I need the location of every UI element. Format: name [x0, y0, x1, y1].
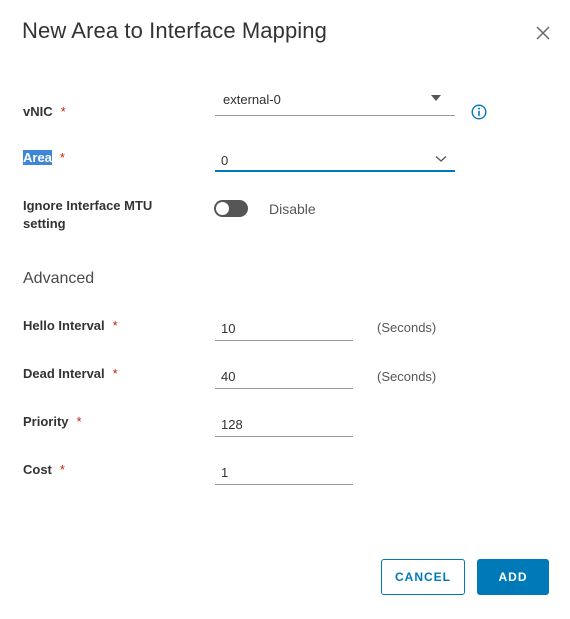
hello-interval-input[interactable]: 10	[215, 316, 353, 341]
close-icon[interactable]	[534, 24, 552, 42]
priority-input[interactable]: 128	[215, 412, 353, 437]
priority-label: Priority *	[23, 414, 82, 429]
dialog-title: New Area to Interface Mapping	[22, 18, 327, 43]
dead-interval-input[interactable]: 40	[215, 364, 353, 389]
cost-label: Cost *	[23, 462, 65, 477]
add-button[interactable]: ADD	[477, 559, 549, 595]
vnic-value: external-0	[223, 92, 281, 107]
dead-interval-label: Dead Interval *	[23, 366, 118, 381]
chevron-down-icon	[435, 156, 447, 162]
ignore-mtu-toggle[interactable]	[214, 200, 248, 217]
advanced-heading: Advanced	[23, 270, 95, 287]
cancel-button[interactable]: CANCEL	[381, 559, 465, 595]
cost-input[interactable]: 1	[215, 460, 353, 485]
vnic-label: vNIC *	[23, 104, 66, 119]
vnic-select[interactable]: external-0	[215, 88, 455, 116]
area-value: 0	[221, 153, 229, 168]
toggle-knob	[216, 202, 229, 215]
info-icon[interactable]	[471, 104, 487, 120]
dead-interval-unit: (Seconds)	[377, 369, 437, 384]
ignore-mtu-label: Ignore Interface MTU setting	[23, 198, 153, 231]
toggle-state-text: Disable	[269, 201, 316, 217]
hello-interval-unit: (Seconds)	[377, 320, 437, 335]
area-label: Area *	[23, 150, 65, 165]
caret-down-icon	[431, 95, 441, 101]
area-select[interactable]: 0	[215, 150, 455, 172]
hello-interval-label: Hello Interval *	[23, 318, 118, 333]
